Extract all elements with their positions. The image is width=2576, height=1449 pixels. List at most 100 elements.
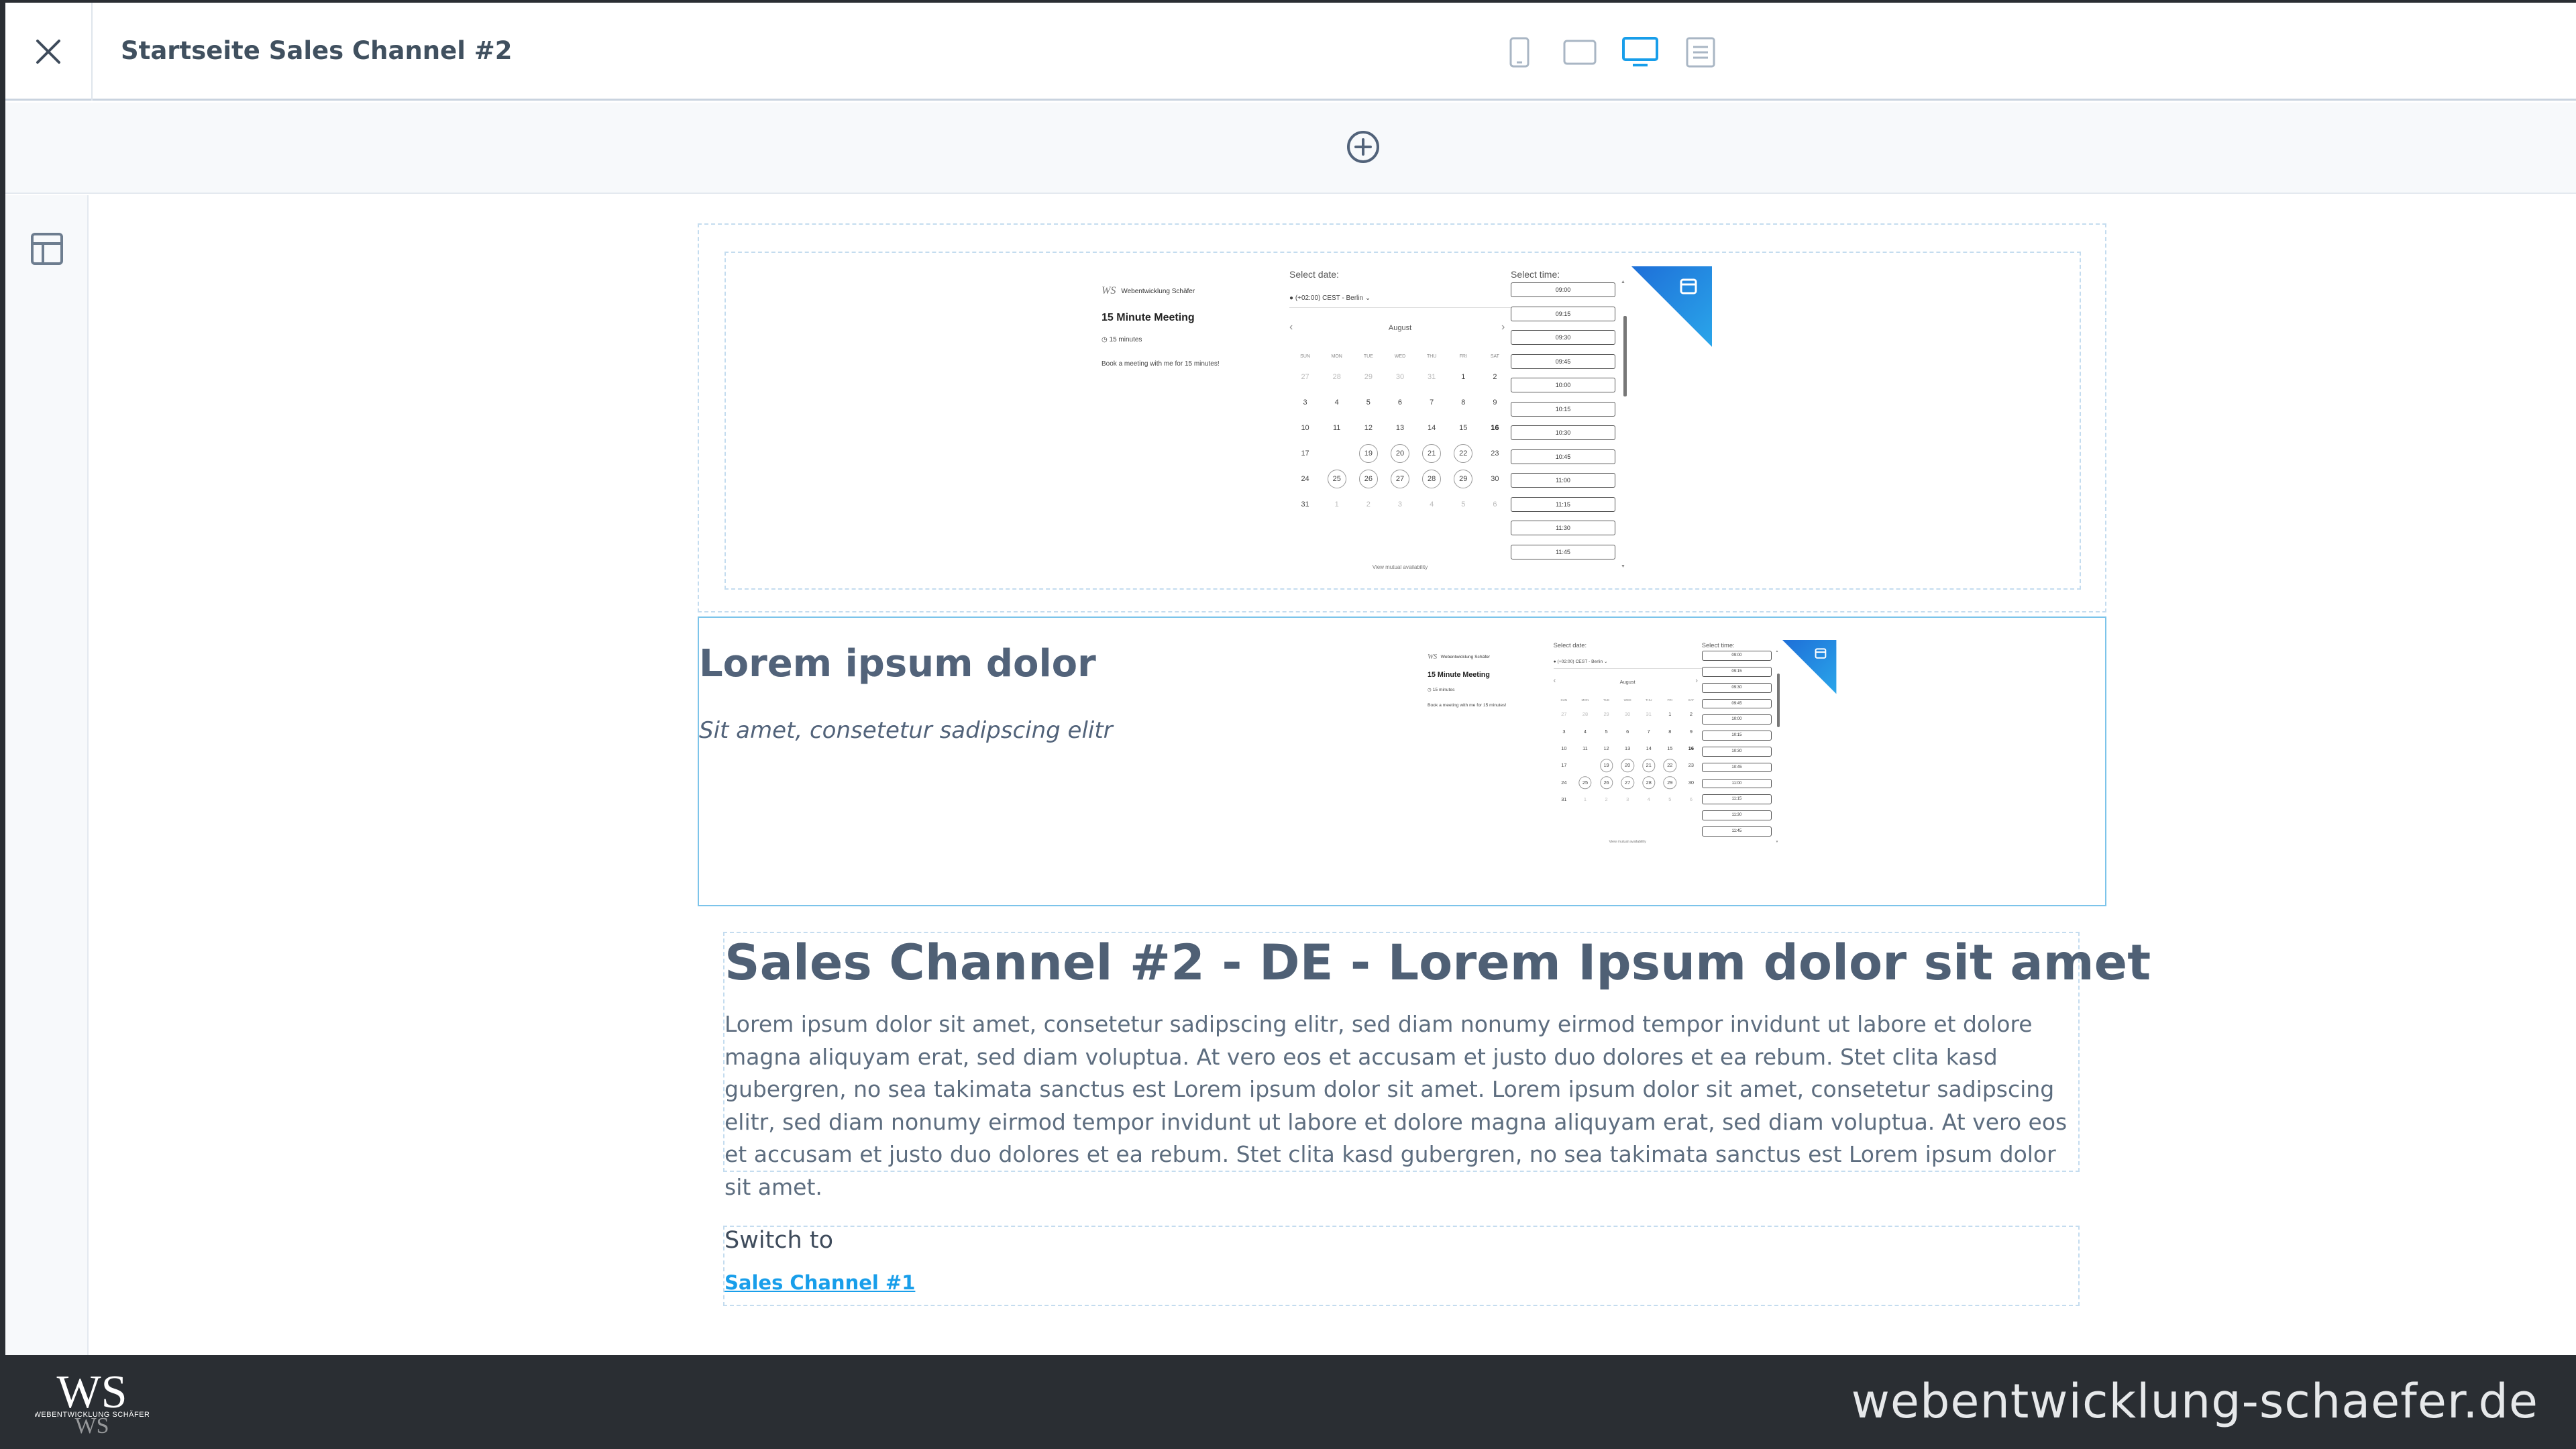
- brand-name: Webentwicklung Schäfer: [1440, 654, 1491, 659]
- timezone-select[interactable]: ● (+02:00) CEST - Berlin ⌄: [1553, 659, 1702, 669]
- calendar-day: 12: [1364, 424, 1373, 432]
- switch-channel-link[interactable]: Sales Channel #1: [724, 1271, 915, 1294]
- calendar-day[interactable]: 18: [1321, 441, 1352, 466]
- scroll-up-icon[interactable]: ▲: [1621, 280, 1625, 284]
- booking-widget-small: WS Webentwicklung Schäfer 15 Minute Meetin…: [1428, 640, 1837, 863]
- calendar-day: 17: [1561, 762, 1567, 769]
- calendar-day[interactable]: 27: [1384, 466, 1415, 492]
- calendar-day: 24: [1301, 475, 1309, 483]
- calendar-day: 31: [1561, 796, 1567, 803]
- select-date-label: Select date:: [1289, 269, 1339, 280]
- time-slot[interactable]: 09:45: [1511, 354, 1615, 369]
- calendar-day: 13: [1625, 745, 1631, 752]
- calendar-day[interactable]: 26: [1352, 466, 1384, 492]
- section-image-text[interactable]: Lorem ipsum dolor Sit amet, consetetur s…: [698, 616, 2106, 906]
- device-tablet-button[interactable]: [1560, 34, 1599, 71]
- scroll-up-icon[interactable]: ▲: [1776, 649, 1779, 653]
- time-slot[interactable]: 11:15: [1701, 794, 1772, 805]
- switch-channel-block[interactable]: Switch to Sales Channel #1: [723, 1226, 2080, 1306]
- ws-logo: WS WEBENTWICKLUNG SCHÄFER WS: [35, 1368, 149, 1436]
- calendar-day[interactable]: 29: [1660, 774, 1681, 791]
- time-scrollbar[interactable]: [1623, 316, 1627, 396]
- time-slot[interactable]: 09:15: [1701, 667, 1772, 677]
- close-button[interactable]: [5, 3, 93, 101]
- svg-text:WS: WS: [75, 1413, 109, 1436]
- time-slot[interactable]: 11:30: [1511, 521, 1615, 535]
- time-slot[interactable]: 09:15: [1511, 306, 1615, 321]
- calendar-day[interactable]: 20: [1617, 757, 1638, 773]
- clock-icon: ◷: [1102, 336, 1110, 343]
- time-slot[interactable]: 11:45: [1701, 826, 1772, 837]
- calendar-day: 6: [1397, 398, 1403, 407]
- desktop-icon: [1622, 37, 1658, 66]
- time-slot[interactable]: 09:00: [1701, 651, 1772, 661]
- editor-sidebar: [5, 195, 89, 1355]
- weekday-label: FRI: [1667, 698, 1673, 702]
- mutual-availability-link[interactable]: View mutual availability: [1554, 840, 1702, 844]
- calendar-day: 30: [1395, 373, 1405, 381]
- time-slot[interactable]: 10:45: [1701, 762, 1772, 773]
- meeting-description: Book a meeting with me for 15 minutes!: [1102, 360, 1220, 368]
- calendar-day: 30: [1625, 711, 1631, 718]
- booking-widget-block[interactable]: WS Webentwicklung Schäfer 15 Minute Meetin…: [724, 252, 2081, 590]
- calendar-day[interactable]: 29: [1448, 466, 1479, 492]
- weekday-label: MON: [1581, 698, 1589, 702]
- calendar-day[interactable]: 22: [1660, 757, 1681, 773]
- watermark-footer: WS WEBENTWICKLUNG SCHÄFER WS webentwickl…: [0, 1355, 2576, 1449]
- calendar-day[interactable]: 28: [1416, 466, 1448, 492]
- time-scrollbar[interactable]: [1777, 673, 1780, 728]
- scroll-down-icon[interactable]: ▼: [1776, 840, 1779, 843]
- calendar-day[interactable]: 25: [1574, 774, 1596, 791]
- calendar-day[interactable]: 28: [1638, 774, 1660, 791]
- calendar-day[interactable]: 25: [1321, 466, 1352, 492]
- calendar-ribbon-icon: [1782, 640, 1837, 694]
- time-slot[interactable]: 09:00: [1511, 282, 1615, 297]
- text-block[interactable]: Sales Channel #2 - DE - Lorem Ipsum dolo…: [723, 932, 2151, 1200]
- time-slot[interactable]: 11:30: [1701, 810, 1772, 820]
- time-slot[interactable]: 11:45: [1511, 544, 1615, 559]
- tablet-icon: [1563, 40, 1597, 65]
- calendar-day[interactable]: 20: [1384, 441, 1415, 466]
- mutual-availability-link[interactable]: View mutual availability: [1289, 564, 1511, 570]
- calendar-day: 4: [1583, 728, 1587, 735]
- time-slot[interactable]: 09:30: [1511, 330, 1615, 345]
- time-slot[interactable]: 10:00: [1511, 378, 1615, 392]
- time-slot[interactable]: 10:30: [1701, 746, 1772, 757]
- time-slot[interactable]: 10:15: [1701, 731, 1772, 741]
- device-desktop-button[interactable]: [1621, 34, 1660, 71]
- time-slot[interactable]: 11:00: [1701, 778, 1772, 789]
- calendar-day[interactable]: 19: [1352, 441, 1384, 466]
- device-list-button[interactable]: [1681, 34, 1720, 71]
- calendar-day: 3: [1626, 796, 1629, 803]
- calendar-day: 2: [1605, 796, 1608, 803]
- time-slot[interactable]: 11:00: [1511, 473, 1615, 488]
- layout-panel-button[interactable]: [28, 230, 66, 268]
- calendar-day[interactable]: 22: [1448, 441, 1479, 466]
- time-slot[interactable]: 10:45: [1511, 449, 1615, 464]
- section-default[interactable]: WS Webentwicklung Schäfer 15 Minute Meetin…: [698, 223, 2106, 612]
- time-slot[interactable]: 11:15: [1511, 496, 1615, 512]
- calendar-day[interactable]: 18: [1574, 757, 1596, 773]
- calendar-day: 16: [1688, 745, 1694, 752]
- calendar-day[interactable]: 21: [1416, 441, 1448, 466]
- time-slot-list: 09:00 09:15 09:30 09:45 10:00 10:15 10:30 10:45…: [1701, 651, 1774, 844]
- calendar-day[interactable]: 27: [1617, 774, 1638, 791]
- calendar-day: 30: [1688, 779, 1694, 786]
- calendar-day[interactable]: 21: [1638, 757, 1660, 773]
- timezone-select[interactable]: ● (+02:00) CEST - Berlin ⌄: [1289, 294, 1511, 308]
- add-section-button[interactable]: [1343, 127, 1383, 167]
- time-slot[interactable]: 09:30: [1701, 682, 1772, 693]
- next-month-icon[interactable]: ›: [1501, 321, 1505, 333]
- calendar-day: 23: [1688, 762, 1694, 769]
- calendar-day[interactable]: 19: [1596, 757, 1617, 773]
- calendar-day: 8: [1668, 728, 1672, 735]
- time-slot[interactable]: 10:30: [1511, 425, 1615, 440]
- device-mobile-button[interactable]: [1500, 34, 1539, 71]
- scroll-down-icon[interactable]: ▼: [1621, 564, 1625, 569]
- time-slot[interactable]: 09:45: [1701, 698, 1772, 709]
- time-slot[interactable]: 10:15: [1511, 401, 1615, 417]
- time-slot[interactable]: 10:00: [1701, 714, 1772, 725]
- next-month-icon[interactable]: ›: [1695, 677, 1698, 685]
- calendar-day: 31: [1646, 711, 1652, 718]
- calendar-day[interactable]: 26: [1596, 774, 1617, 791]
